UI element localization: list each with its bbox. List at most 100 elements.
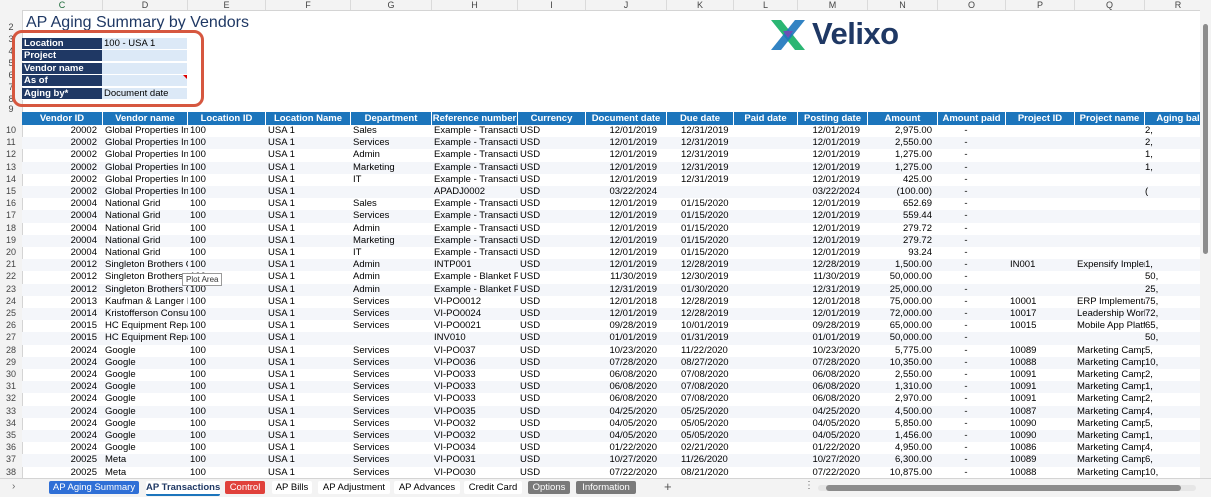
table-cell[interactable]: USD: [518, 296, 586, 308]
table-cell[interactable]: 50,000.00: [868, 332, 938, 344]
table-cell[interactable]: USD: [518, 247, 586, 259]
table-cell[interactable]: USA 1: [266, 210, 351, 222]
table-cell[interactable]: (100.00): [868, 186, 938, 198]
table-cell[interactable]: Example - Transactio: [432, 137, 518, 149]
table-cell[interactable]: [734, 320, 798, 332]
column-header[interactable]: Posting date: [798, 112, 868, 125]
table-cell[interactable]: 100: [188, 442, 266, 454]
row-number[interactable]: 35: [0, 430, 22, 440]
table-cell[interactable]: USA 1: [266, 223, 351, 235]
table-cell[interactable]: 100: [188, 357, 266, 369]
table-cell[interactable]: 12/01/2019: [586, 308, 667, 320]
table-cell[interactable]: 04/05/2020: [798, 430, 868, 442]
table-cell[interactable]: 20002: [22, 186, 103, 198]
table-cell[interactable]: 12/01/2019: [798, 149, 868, 161]
table-cell[interactable]: USD: [518, 406, 586, 418]
row-number[interactable]: 30: [0, 369, 22, 379]
table-cell[interactable]: 12/31/2019: [667, 174, 734, 186]
column-letter[interactable]: M: [798, 0, 868, 10]
table-cell[interactable]: Expensify Impler: [1075, 259, 1145, 271]
column-header[interactable]: Paid date: [734, 112, 798, 125]
table-cell[interactable]: USA 1: [266, 332, 351, 344]
table-cell[interactable]: 04/25/2020: [586, 406, 667, 418]
table-cell[interactable]: Admin: [351, 259, 432, 271]
table-cell[interactable]: 12/01/2019: [798, 308, 868, 320]
table-cell[interactable]: [1006, 235, 1075, 247]
table-cell[interactable]: Marketing Camp: [1075, 418, 1145, 430]
table-cell[interactable]: Meta: [103, 454, 188, 466]
table-cell[interactable]: 01/01/2019: [798, 332, 868, 344]
table-cell[interactable]: 20024: [22, 357, 103, 369]
table-cell[interactable]: USA 1: [266, 149, 351, 161]
table-cell[interactable]: [351, 332, 432, 344]
row-number[interactable]: 38: [0, 467, 22, 477]
table-cell[interactable]: 11/26/2020: [667, 454, 734, 466]
table-cell[interactable]: 11/22/2020: [667, 345, 734, 357]
table-cell[interactable]: Admin: [351, 271, 432, 283]
table-cell[interactable]: 10015: [1006, 320, 1075, 332]
table-cell[interactable]: Marketing: [351, 235, 432, 247]
table-cell[interactable]: INTP001: [432, 259, 518, 271]
table-cell[interactable]: 75,000.00: [868, 296, 938, 308]
sheet-tab[interactable]: Options: [528, 481, 570, 494]
table-cell[interactable]: [734, 223, 798, 235]
table-cell[interactable]: 10090: [1006, 418, 1075, 430]
sheet-tab[interactable]: AP Transactions: [146, 481, 220, 496]
table-cell[interactable]: [734, 186, 798, 198]
table-cell[interactable]: [1006, 271, 1075, 283]
table-cell[interactable]: -: [938, 296, 1006, 308]
table-cell[interactable]: 12/01/2019: [798, 137, 868, 149]
table-cell[interactable]: USD: [518, 442, 586, 454]
table-cell[interactable]: 05/25/2020: [667, 406, 734, 418]
table-cell[interactable]: 02/21/2020: [667, 442, 734, 454]
table-cell[interactable]: [1075, 125, 1145, 137]
table-cell[interactable]: [734, 406, 798, 418]
table-cell[interactable]: -: [938, 162, 1006, 174]
table-cell[interactable]: 100: [188, 235, 266, 247]
table-cell[interactable]: 10091: [1006, 381, 1075, 393]
column-header[interactable]: Reference number: [432, 112, 518, 125]
column-header[interactable]: Vendor name: [103, 112, 188, 125]
table-cell[interactable]: USA 1: [266, 296, 351, 308]
table-cell[interactable]: Example - Transactio: [432, 198, 518, 210]
table-cell[interactable]: 07/28/2020: [798, 357, 868, 369]
table-cell[interactable]: USA 1: [266, 357, 351, 369]
table-cell[interactable]: 12/01/2019: [798, 162, 868, 174]
table-cell[interactable]: [1006, 284, 1075, 296]
table-cell[interactable]: USA 1: [266, 247, 351, 259]
table-cell[interactable]: Services: [351, 296, 432, 308]
table-cell[interactable]: 100: [188, 381, 266, 393]
table-cell[interactable]: 1,310.00: [868, 381, 938, 393]
table-cell[interactable]: 03/22/2024: [586, 186, 667, 198]
table-cell[interactable]: 100: [188, 137, 266, 149]
table-cell[interactable]: [734, 418, 798, 430]
table-cell[interactable]: VI-PO033: [432, 381, 518, 393]
table-cell[interactable]: 2,550.00: [868, 369, 938, 381]
table-cell[interactable]: Services: [351, 369, 432, 381]
table-cell[interactable]: 20002: [22, 125, 103, 137]
row-number[interactable]: 25: [0, 308, 22, 318]
table-cell[interactable]: 07/28/2020: [586, 357, 667, 369]
table-cell[interactable]: 100: [188, 467, 266, 479]
table-cell[interactable]: VI-PO0021: [432, 320, 518, 332]
table-cell[interactable]: USD: [518, 137, 586, 149]
table-cell[interactable]: National Grid: [103, 198, 188, 210]
table-cell[interactable]: -: [938, 174, 1006, 186]
table-cell[interactable]: USA 1: [266, 235, 351, 247]
table-cell[interactable]: -: [938, 210, 1006, 222]
table-cell[interactable]: Kristofferson Consu: [103, 308, 188, 320]
table-cell[interactable]: Admin: [351, 284, 432, 296]
table-cell[interactable]: [734, 357, 798, 369]
table-cell[interactable]: 20025: [22, 454, 103, 466]
table-cell[interactable]: Google: [103, 381, 188, 393]
table-cell[interactable]: Marketing Camp: [1075, 393, 1145, 405]
table-cell[interactable]: 20024: [22, 381, 103, 393]
table-cell[interactable]: 12/31/2019: [667, 162, 734, 174]
table-cell[interactable]: 10/27/2020: [798, 454, 868, 466]
table-cell[interactable]: [1006, 210, 1075, 222]
table-cell[interactable]: 100: [188, 332, 266, 344]
table-cell[interactable]: 20025: [22, 467, 103, 479]
table-cell[interactable]: 09/28/2019: [798, 320, 868, 332]
table-cell[interactable]: [1006, 125, 1075, 137]
table-cell[interactable]: 20015: [22, 332, 103, 344]
